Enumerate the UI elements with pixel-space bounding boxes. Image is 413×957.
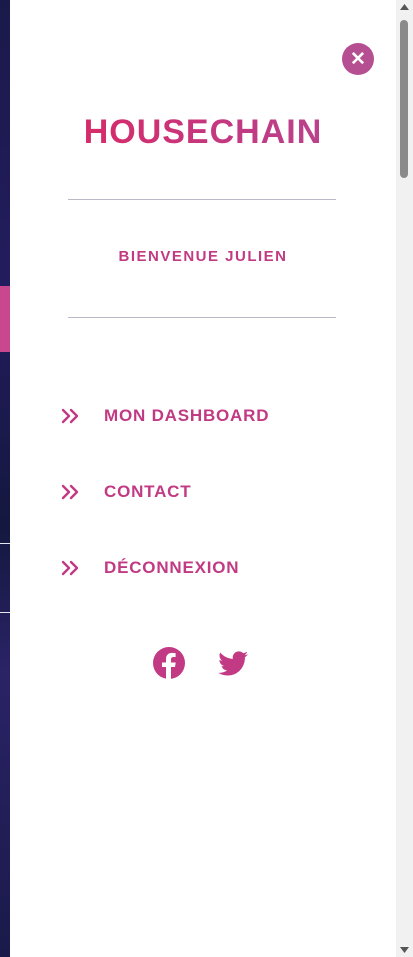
welcome-message: BIENVENUE JULIEN xyxy=(118,248,288,265)
close-icon: ✕ xyxy=(350,48,366,70)
brand-logo[interactable]: HOUSECHAIN xyxy=(10,113,396,152)
menu-item-dashboard[interactable]: MON DASHBOARD xyxy=(60,402,269,430)
scroll-down-arrow-icon[interactable] xyxy=(396,943,413,957)
background-divider xyxy=(0,543,10,544)
double-chevron-right-icon xyxy=(61,560,79,576)
divider-bottom xyxy=(68,317,336,318)
menu-item-label: CONTACT xyxy=(104,482,192,501)
facebook-icon[interactable] xyxy=(152,646,186,680)
menu-item-label: DÉCONNEXION xyxy=(104,558,240,577)
menu-item-contact[interactable]: CONTACT xyxy=(60,478,191,506)
menu-item-label: MON DASHBOARD xyxy=(104,406,270,425)
double-chevron-right-icon xyxy=(61,408,79,424)
scrollbar-thumb[interactable] xyxy=(400,20,408,178)
background-divider xyxy=(0,612,10,613)
background-accent-block xyxy=(0,286,10,352)
close-button[interactable]: ✕ xyxy=(342,43,374,75)
divider-top xyxy=(68,199,336,200)
menu-item-logout[interactable]: DÉCONNEXION xyxy=(60,554,239,582)
twitter-icon[interactable] xyxy=(216,646,250,680)
scroll-up-arrow-icon[interactable] xyxy=(396,0,413,14)
side-drawer: ✕ HOUSECHAIN BIENVENUE JULIEN MON DASHBO… xyxy=(10,0,396,957)
double-chevron-right-icon xyxy=(61,484,79,500)
page-background xyxy=(0,0,10,957)
scrollbar[interactable] xyxy=(396,0,413,957)
